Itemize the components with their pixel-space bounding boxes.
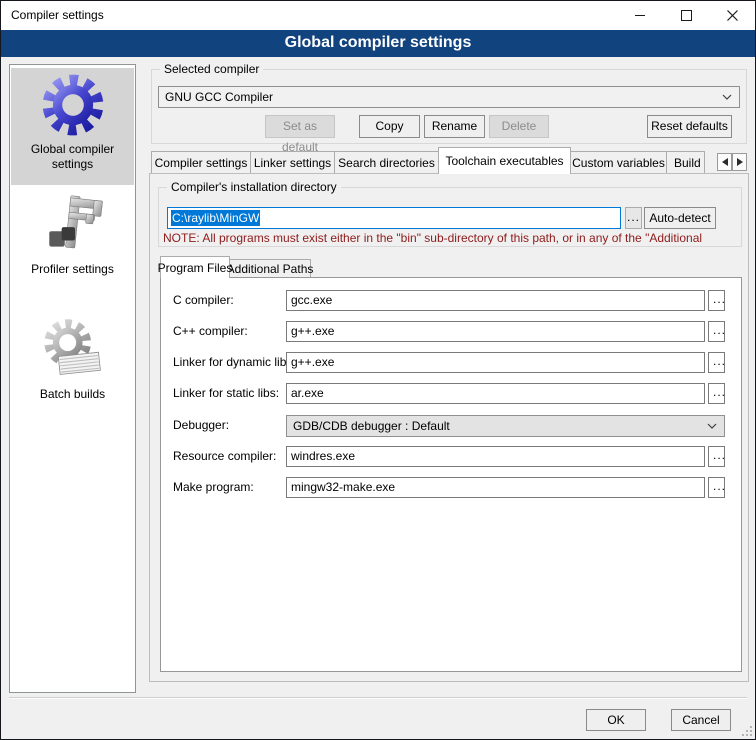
- make-program-label: Make program:: [173, 480, 254, 494]
- debugger-select[interactable]: GDB/CDB debugger : Default: [286, 415, 725, 437]
- tab-custom-variables[interactable]: Custom variables: [570, 151, 667, 174]
- rename-button[interactable]: Rename: [424, 115, 485, 138]
- cpp-compiler-browse-button[interactable]: ...: [708, 321, 725, 342]
- cancel-button[interactable]: Cancel: [671, 709, 731, 731]
- directory-note: NOTE: All programs must exist either in …: [163, 231, 741, 245]
- gear-stack-icon: [39, 315, 107, 383]
- c-compiler-input[interactable]: gcc.exe: [286, 290, 705, 311]
- sidebar-item-profiler-settings[interactable]: Profiler settings: [11, 192, 134, 292]
- group-label: Compiler's installation directory: [167, 180, 341, 195]
- installation-directory-value: C:\raylib\MinGW: [171, 210, 260, 226]
- debugger-label: Debugger:: [173, 418, 229, 432]
- resize-grip[interactable]: [742, 726, 752, 736]
- sidebar-item-global-compiler-settings[interactable]: Global compiler settings: [11, 68, 134, 185]
- delete-button[interactable]: Delete: [489, 115, 549, 138]
- sidebar-item-label: Global compiler settings: [11, 142, 134, 172]
- close-button[interactable]: [709, 1, 755, 30]
- make-program-browse-button[interactable]: ...: [708, 477, 725, 498]
- dynamic-linker-browse-button[interactable]: ...: [708, 352, 725, 373]
- dynamic-linker-input[interactable]: g++.exe: [286, 352, 705, 373]
- ok-button[interactable]: OK: [586, 709, 646, 731]
- tab-scroll-right-button[interactable]: [732, 153, 747, 171]
- caliper-icon: [40, 192, 106, 258]
- chevron-down-icon: [722, 94, 732, 100]
- tab-scroll-left-button[interactable]: [717, 153, 732, 171]
- resource-compiler-input[interactable]: windres.exe: [286, 446, 705, 467]
- minimize-icon: [635, 15, 645, 16]
- footer-divider: [9, 697, 747, 699]
- debugger-value: GDB/CDB debugger : Default: [293, 419, 450, 433]
- installation-directory-group: Compiler's installation directory C:\ray…: [158, 187, 742, 247]
- program-subtabs: Program Files Additional Paths: [160, 256, 310, 278]
- sidebar-item-batch-builds[interactable]: Batch builds: [11, 315, 134, 417]
- make-program-input[interactable]: mingw32-make.exe: [286, 477, 705, 498]
- static-linker-input[interactable]: ar.exe: [286, 383, 705, 404]
- tab-toolchain-executables[interactable]: Toolchain executables: [438, 147, 571, 174]
- subtab-additional-paths[interactable]: Additional Paths: [229, 259, 311, 278]
- caption-buttons: [617, 1, 755, 30]
- arrow-right-icon: [737, 158, 743, 166]
- blue-gear-icon: [40, 72, 106, 138]
- tab-build-options[interactable]: Build: [666, 151, 705, 174]
- resource-compiler-browse-button[interactable]: ...: [708, 446, 725, 467]
- window-title: Compiler settings: [11, 1, 104, 30]
- selected-compiler-group: Selected compiler GNU GCC Compiler Set a…: [151, 69, 747, 144]
- cpp-compiler-input[interactable]: g++.exe: [286, 321, 705, 342]
- c-compiler-label: C compiler:: [173, 293, 234, 307]
- toolchain-executables-page: Compiler's installation directory C:\ray…: [149, 173, 749, 682]
- copy-button[interactable]: Copy: [359, 115, 420, 138]
- auto-detect-button[interactable]: Auto-detect: [644, 207, 716, 229]
- compiler-settings-window: Compiler settings Global compiler settin…: [0, 0, 756, 740]
- sidebar-item-label: Batch builds: [40, 387, 105, 402]
- group-label: Selected compiler: [160, 62, 263, 77]
- set-as-default-button[interactable]: Set as default: [265, 115, 335, 138]
- program-files-page: C compiler: gcc.exe ... C++ compiler: g+…: [160, 277, 742, 672]
- title-bar[interactable]: Compiler settings: [1, 1, 755, 30]
- tab-compiler-settings[interactable]: Compiler settings: [151, 151, 251, 174]
- settings-sidebar: Global compiler settings P: [9, 64, 136, 693]
- maximize-icon: [681, 10, 692, 21]
- subtab-program-files[interactable]: Program Files: [160, 256, 230, 278]
- selected-compiler-select[interactable]: GNU GCC Compiler: [158, 86, 740, 108]
- cpp-compiler-label: C++ compiler:: [173, 324, 248, 338]
- arrow-left-icon: [722, 158, 728, 166]
- sidebar-item-label: Profiler settings: [31, 262, 114, 277]
- browse-directory-button[interactable]: ...: [625, 207, 642, 229]
- c-compiler-browse-button[interactable]: ...: [708, 290, 725, 311]
- tab-search-directories[interactable]: Search directories: [334, 151, 439, 174]
- reset-defaults-button[interactable]: Reset defaults: [647, 115, 732, 138]
- dynamic-linker-label: Linker for dynamic libs:: [173, 355, 296, 369]
- maximize-button[interactable]: [663, 1, 709, 30]
- resource-compiler-label: Resource compiler:: [173, 449, 276, 463]
- installation-directory-input[interactable]: C:\raylib\MinGW: [167, 207, 621, 229]
- minimize-button[interactable]: [617, 1, 663, 30]
- page-title: Global compiler settings: [1, 30, 755, 57]
- static-linker-label: Linker for static libs:: [173, 386, 279, 400]
- static-linker-browse-button[interactable]: ...: [708, 383, 725, 404]
- settings-tabs: Compiler settings Linker settings Search…: [151, 147, 704, 174]
- close-icon: [727, 10, 738, 21]
- chevron-down-icon: [707, 423, 717, 429]
- tab-linker-settings[interactable]: Linker settings: [250, 151, 335, 174]
- selected-compiler-value: GNU GCC Compiler: [165, 90, 273, 104]
